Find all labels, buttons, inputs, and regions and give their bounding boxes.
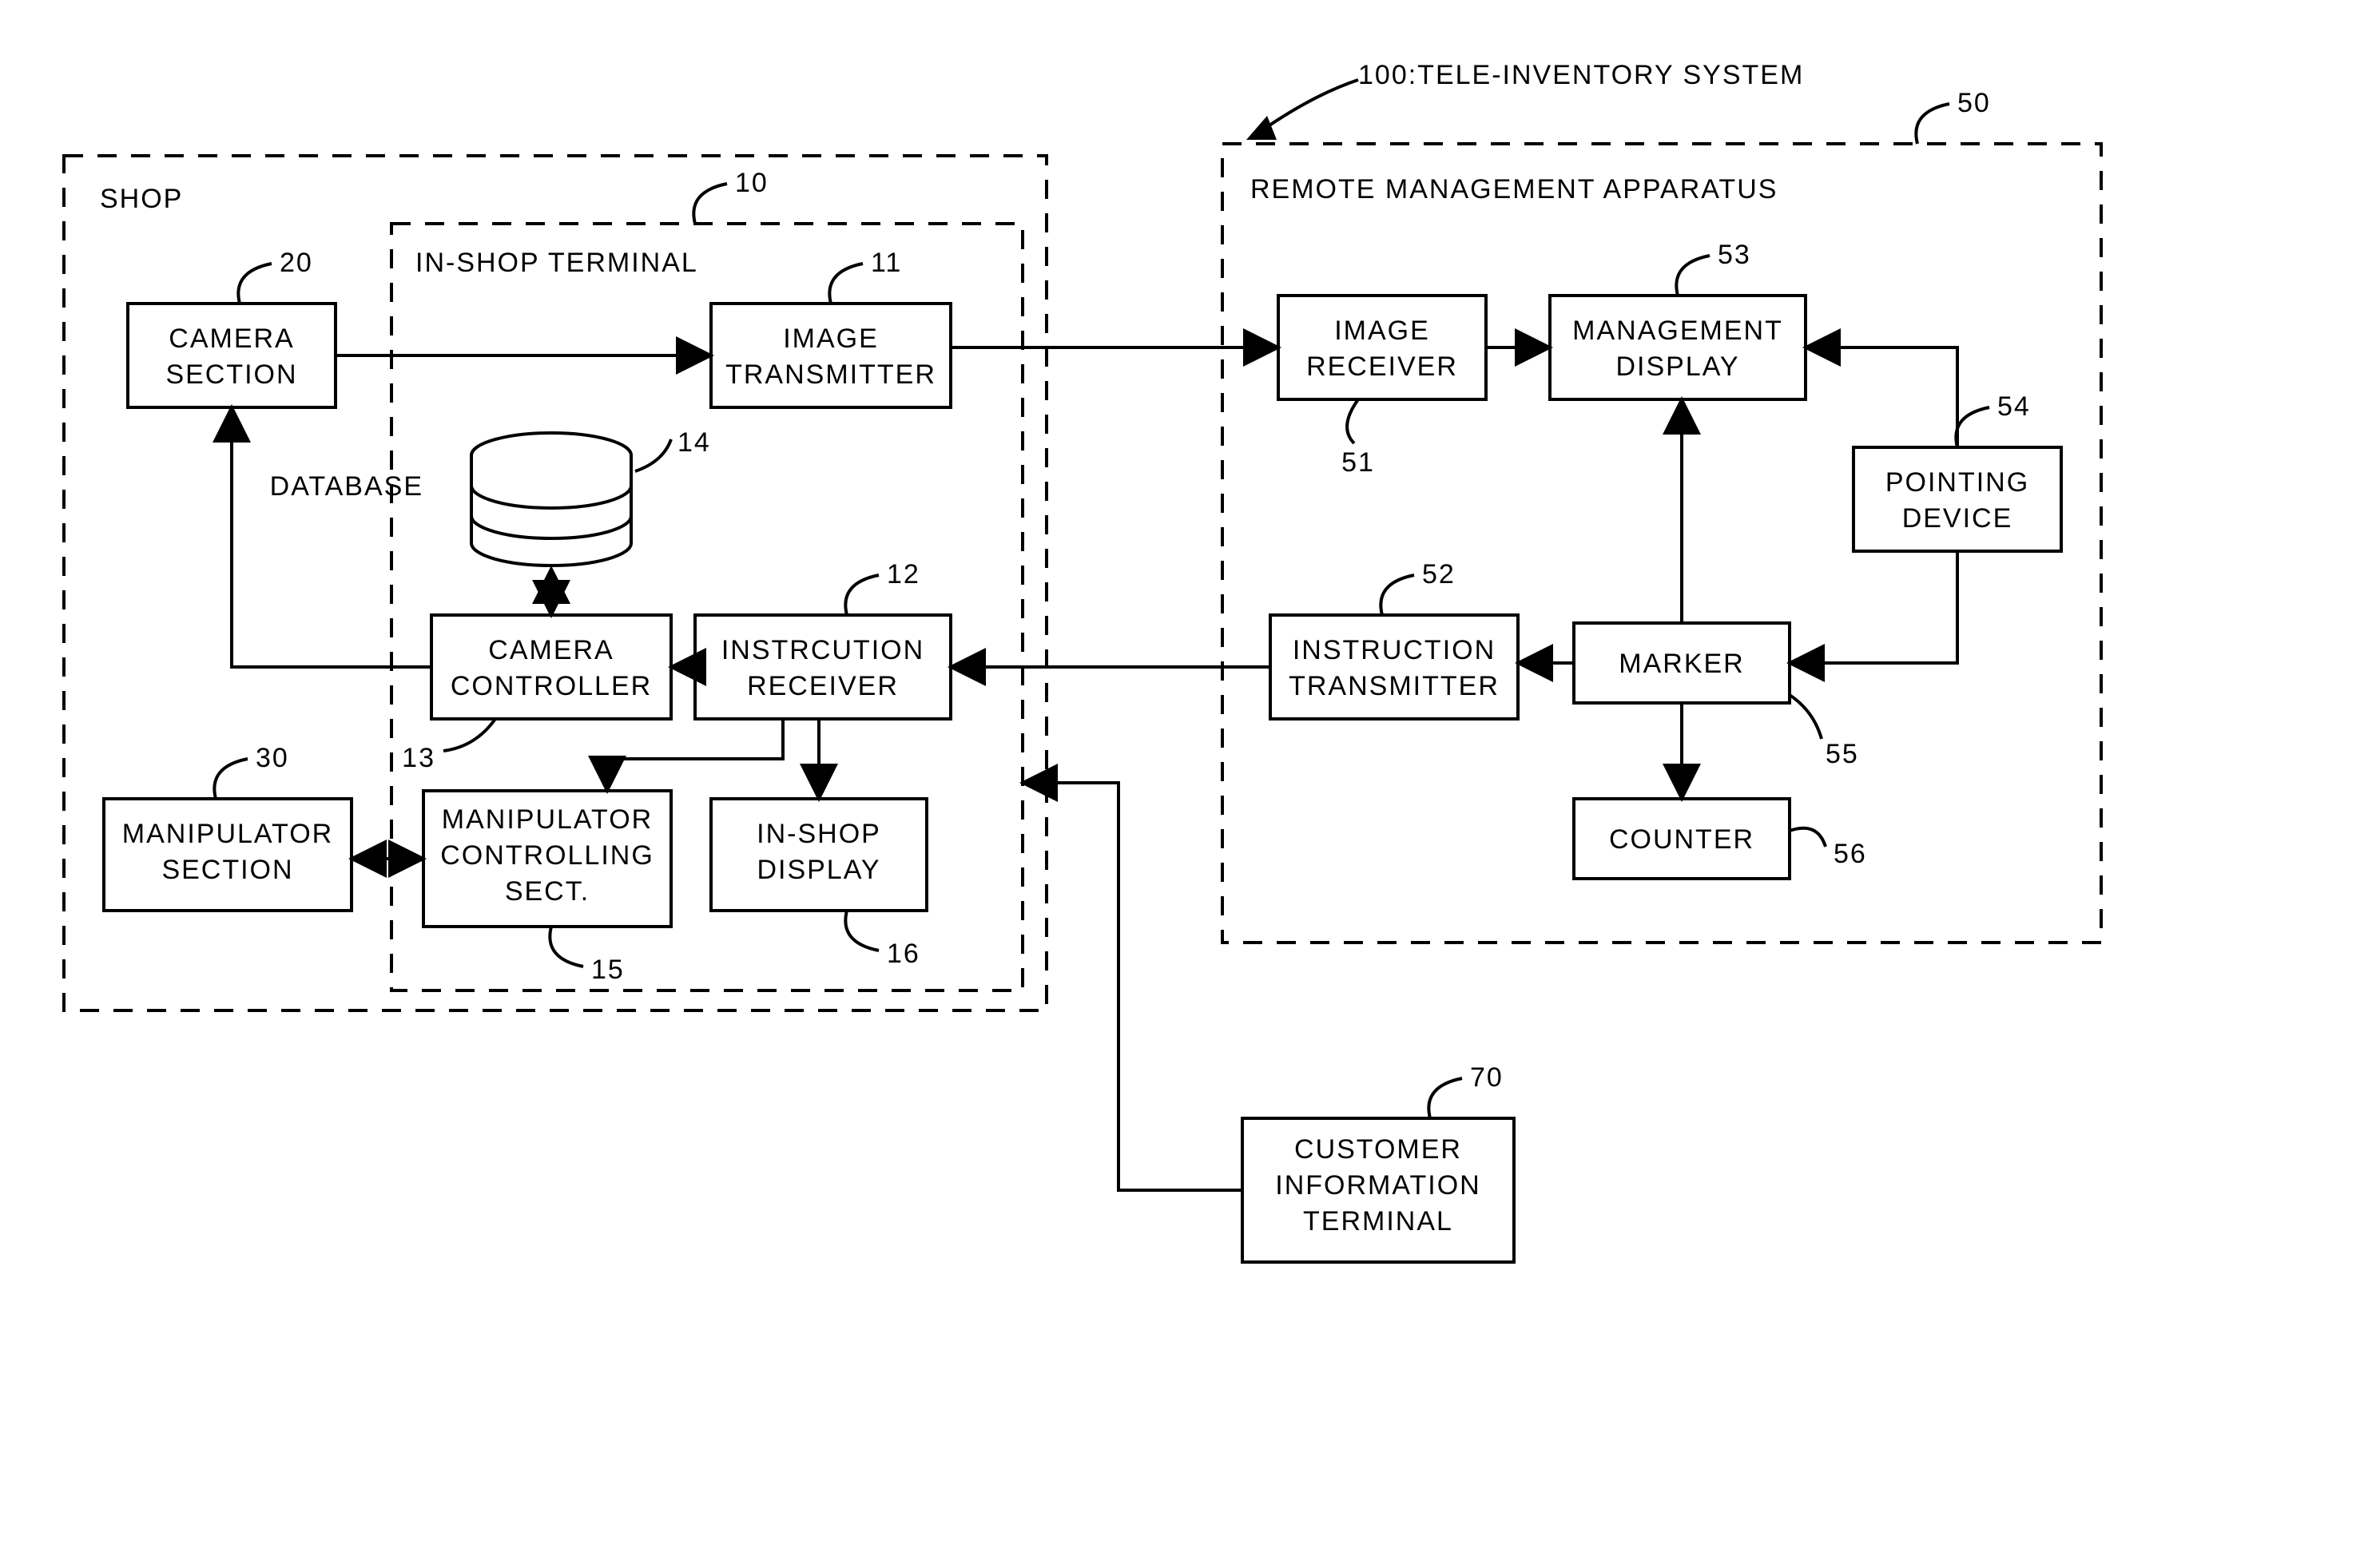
counter-label: COUNTER (1609, 824, 1754, 855)
num-54: 54 (1997, 391, 2031, 422)
customer-l2: INFORMATION (1275, 1170, 1480, 1201)
num-13: 13 (402, 743, 435, 773)
image-receiver-box (1278, 296, 1486, 399)
num-56: 56 (1834, 839, 1867, 869)
num-51: 51 (1341, 447, 1375, 478)
camera-section-l1: CAMERA (169, 324, 294, 354)
instr-rx-l1: INSTRCUTION (721, 635, 924, 665)
marker-label: MARKER (1619, 649, 1744, 679)
num-20: 20 (280, 248, 313, 278)
num-70: 70 (1470, 1062, 1504, 1093)
instr-rx-l2: RECEIVER (747, 671, 899, 701)
pointing-l1: POINTING (1885, 467, 2029, 498)
customer-l3: TERMINAL (1303, 1206, 1453, 1237)
title-number: 100 (1358, 60, 1408, 90)
image-rx-l1: IMAGE (1334, 316, 1430, 346)
num-30: 30 (256, 743, 289, 773)
management-display-box (1550, 296, 1806, 399)
instruction-transmitter-box (1270, 615, 1518, 719)
arrow-camctrl-to-camerasection (232, 407, 431, 667)
manip-sect-l2: SECTION (161, 855, 293, 885)
remote-label: REMOTE MANAGEMENT APPARATUS (1250, 174, 1778, 204)
database-label: DATABASE (270, 471, 423, 502)
manip-ctrl-l2: CONTROLLING (440, 840, 654, 871)
num-55: 55 (1826, 739, 1859, 769)
num-15: 15 (591, 955, 625, 985)
arrow-pointing-to-marker (1790, 551, 1957, 663)
manip-ctrl-l3: SECT. (505, 876, 590, 907)
num-10: 10 (735, 168, 769, 198)
image-tx-l2: TRANSMITTER (725, 359, 936, 390)
customer-l1: CUSTOMER (1294, 1134, 1462, 1165)
arrow-instrrx-to-manipctrl (607, 719, 783, 791)
leader-10 (693, 184, 727, 224)
database-icon (471, 433, 631, 566)
num-50: 50 (1957, 88, 1991, 118)
num-11: 11 (871, 248, 902, 278)
inshop-disp-l2: DISPLAY (757, 855, 880, 885)
svg-text:100:TELE-INVENTORY SYSTEM: 100:TELE-INVENTORY SYSTEM (1358, 60, 1804, 90)
manip-sect-l1: MANIPULATOR (122, 819, 333, 849)
title-text: :TELE-INVENTORY SYSTEM (1408, 60, 1805, 90)
cam-ctrl-l2: CONTROLLER (451, 671, 652, 701)
pointing-l2: DEVICE (1902, 503, 2013, 534)
in-shop-terminal-label: IN-SHOP TERMINAL (415, 248, 698, 278)
title-group: 100:TELE-INVENTORY SYSTEM (1246, 60, 1804, 140)
instr-tx-l1: INSTRUCTION (1293, 635, 1496, 665)
inshop-disp-l1: IN-SHOP (757, 819, 881, 849)
arrow-pointing-to-mgmtdisp (1806, 347, 1957, 447)
num-14: 14 (677, 427, 711, 458)
camera-section-box (128, 304, 336, 407)
image-rx-l2: RECEIVER (1306, 351, 1458, 382)
shop-label: SHOP (100, 184, 183, 214)
num-52: 52 (1422, 559, 1456, 589)
image-tx-l1: IMAGE (783, 324, 879, 354)
instr-tx-l2: TRANSMITTER (1289, 671, 1500, 701)
mgmt-disp-l1: MANAGEMENT (1572, 316, 1783, 346)
num-16: 16 (887, 939, 920, 969)
arrow-customer-to-instrrx (1023, 783, 1242, 1190)
pointing-device-box (1853, 447, 2061, 551)
mgmt-disp-l2: DISPLAY (1615, 351, 1739, 382)
manip-ctrl-l1: MANIPULATOR (442, 804, 653, 835)
num-53: 53 (1718, 240, 1751, 270)
num-12: 12 (887, 559, 920, 589)
camera-section-l2: SECTION (165, 359, 297, 390)
cam-ctrl-l1: CAMERA (488, 635, 614, 665)
diagram-canvas: 100:TELE-INVENTORY SYSTEM SHOP IN-SHOP T… (0, 0, 2372, 1568)
image-transmitter-box (711, 304, 951, 407)
camera-controller-box (431, 615, 671, 719)
instruction-receiver-box (695, 615, 951, 719)
